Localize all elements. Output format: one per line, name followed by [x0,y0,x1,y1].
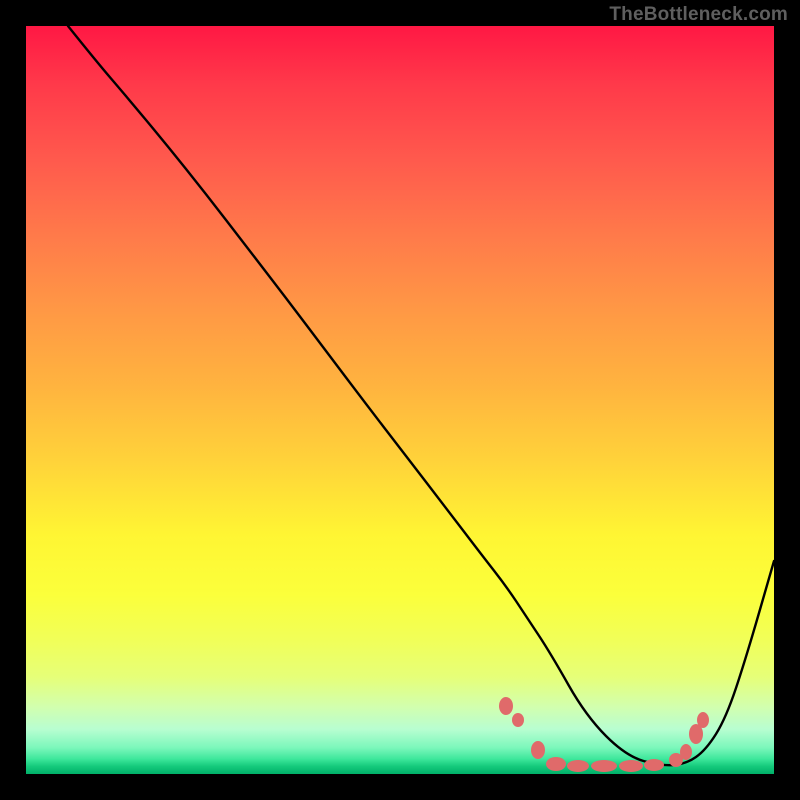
highlight-marker [567,760,589,772]
chart-plot-area [26,26,774,774]
watermark-text: TheBottleneck.com [609,4,788,26]
highlight-marker [697,712,709,728]
bottleneck-curve-line [68,26,774,765]
highlight-marker [619,760,643,772]
highlight-marker [531,741,545,759]
highlight-marker [499,697,513,715]
highlight-marker [644,759,664,771]
highlight-marker [512,713,524,727]
chart-svg [26,26,774,774]
highlight-marker [546,757,566,771]
highlight-marker [680,744,692,760]
highlight-marker [591,760,617,772]
